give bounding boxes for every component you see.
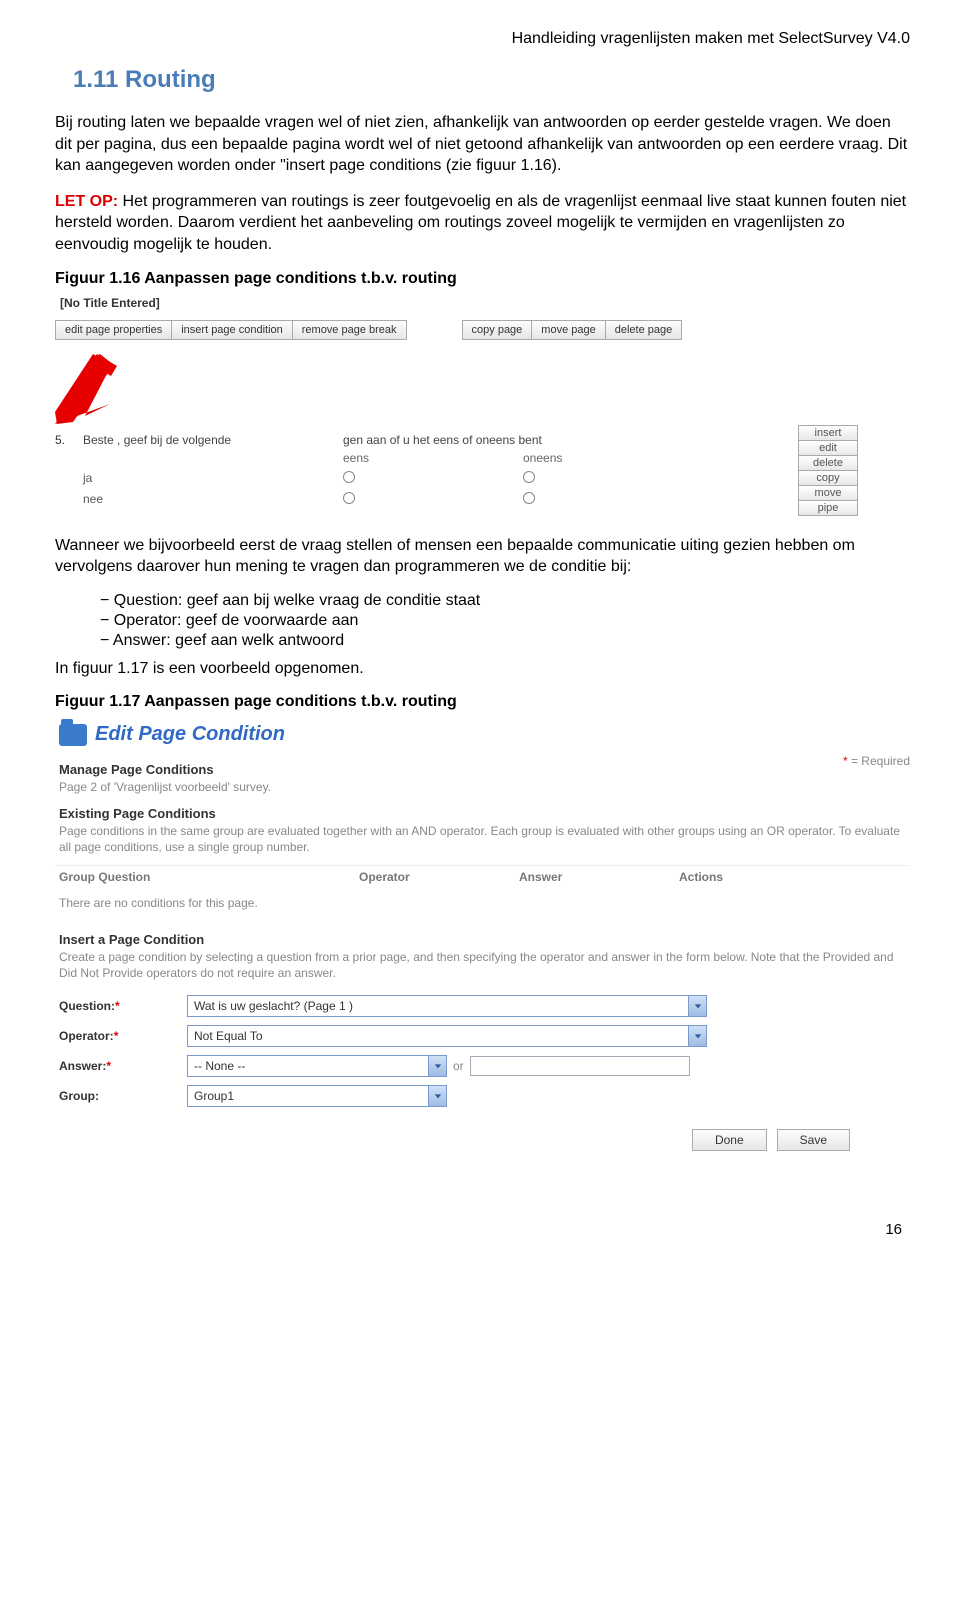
chevron-down-icon	[688, 1026, 706, 1046]
operator-field-label: Operator:*	[59, 1029, 179, 1043]
insert-condition-heading: Insert a Page Condition	[59, 932, 910, 947]
section-heading: 1.11 Routing	[73, 66, 910, 94]
group-field-label: Group:	[59, 1089, 179, 1103]
operator-select-value: Not Equal To	[194, 1029, 263, 1043]
existing-conditions-subtext: Page conditions in the same group are ev…	[59, 823, 910, 855]
doc-header-title: Handleiding vragenlijsten maken met Sele…	[55, 30, 910, 48]
chevron-down-icon	[688, 996, 706, 1016]
warning-text: Het programmeren van routings is zeer fo…	[55, 193, 906, 253]
col-answer: Answer	[519, 870, 679, 884]
bullet-operator: Operator: geef de voorwaarde aan	[100, 612, 910, 630]
answer-select[interactable]: -- None --	[187, 1055, 447, 1077]
answer-text-input[interactable]	[470, 1056, 690, 1076]
conditions-table-header: Group Question Operator Answer Actions	[55, 865, 910, 888]
intro-paragraph: Bij routing laten we bepaalde vragen wel…	[55, 112, 910, 177]
question-number: 5.	[55, 433, 83, 447]
existing-conditions-heading: Existing Page Conditions	[59, 806, 910, 821]
question-matrix: eens oneens ja nee	[83, 451, 910, 507]
radio-ja-oneens[interactable]	[523, 471, 535, 483]
insert-condition-subtext: Create a page condition by selecting a q…	[59, 949, 910, 981]
matrix-col-oneens: oneens	[523, 451, 743, 465]
answer-field-label: Answer:*	[59, 1059, 179, 1073]
matrix-col-eens: eens	[343, 451, 523, 465]
radio-nee-oneens[interactable]	[523, 492, 535, 504]
edit-page-properties-button[interactable]: edit page properties	[55, 320, 172, 340]
chevron-down-icon	[428, 1056, 446, 1076]
chevron-down-icon	[428, 1086, 446, 1106]
arrow-icon	[55, 354, 155, 424]
figure-116-screenshot: [No Title Entered] edit page properties …	[55, 296, 910, 507]
warning-paragraph: LET OP: Het programmeren van routings is…	[55, 191, 910, 256]
page-toolbar: edit page properties insert page conditi…	[55, 320, 910, 340]
delete-page-button[interactable]: delete page	[606, 320, 683, 340]
bullet-answer: Answer: geef aan welk antwoord	[100, 632, 910, 650]
move-question-button[interactable]: move	[798, 486, 858, 501]
group-select-value: Group1	[194, 1089, 234, 1103]
survey-no-title-label: [No Title Entered]	[60, 296, 910, 310]
operator-select[interactable]: Not Equal To	[187, 1025, 707, 1047]
question-field-label: Question:*	[59, 999, 179, 1013]
matrix-row-nee-label: nee	[83, 492, 343, 507]
or-separator: or	[453, 1059, 464, 1073]
condition-fields-list: Question: geef aan bij welke vraag de co…	[55, 592, 910, 650]
insert-page-condition-button[interactable]: insert page condition	[172, 320, 293, 340]
edit-page-condition-title: Edit Page Condition	[95, 723, 285, 746]
radio-ja-eens[interactable]	[343, 471, 355, 483]
manage-conditions-heading: Manage Page Conditions	[59, 762, 910, 777]
after-bullets-text: In figuur 1.17 is een voorbeeld opgenome…	[55, 658, 910, 680]
bullet-question: Question: geef aan bij welke vraag de co…	[100, 592, 910, 610]
required-legend: * = Required	[843, 754, 910, 768]
folder-icon	[59, 724, 87, 746]
manage-conditions-subtext: Page 2 of 'Vragenlijst voorbeeld' survey…	[59, 779, 910, 795]
answer-select-value: -- None --	[194, 1059, 245, 1073]
red-arrow-annotation	[55, 354, 910, 427]
copy-page-button[interactable]: copy page	[462, 320, 533, 340]
copy-question-button[interactable]: copy	[798, 471, 858, 486]
figure-117-screenshot: Edit Page Condition * = Required Manage …	[55, 719, 910, 1161]
figure-116-caption: Figuur 1.16 Aanpassen page conditions t.…	[55, 270, 910, 288]
col-operator: Operator	[359, 870, 519, 884]
col-group-question: Group Question	[59, 870, 359, 884]
matrix-row-ja-label: ja	[83, 471, 343, 486]
question-side-buttons: insert edit delete copy move pipe	[798, 425, 858, 516]
move-page-button[interactable]: move page	[532, 320, 605, 340]
col-actions: Actions	[679, 870, 906, 884]
radio-nee-eens[interactable]	[343, 492, 355, 504]
question-select[interactable]: Wat is uw geslacht? (Page 1 )	[187, 995, 707, 1017]
delete-question-button[interactable]: delete	[798, 456, 858, 471]
question-text-part-a: Beste , geef bij de volgende	[83, 433, 343, 447]
remove-page-break-button[interactable]: remove page break	[293, 320, 407, 340]
conditions-empty-message: There are no conditions for this page.	[55, 888, 910, 924]
done-button[interactable]: Done	[692, 1129, 767, 1151]
save-button[interactable]: Save	[777, 1129, 850, 1151]
warning-label: LET OP:	[55, 193, 118, 210]
group-select[interactable]: Group1	[187, 1085, 447, 1107]
insert-question-button[interactable]: insert	[798, 425, 858, 441]
question-text-part-b: gen aan of u het eens of oneens bent	[343, 433, 743, 447]
question-row: 5. Beste , geef bij de volgende gen aan …	[55, 433, 910, 447]
page-number: 16	[55, 1161, 910, 1248]
example-intro-paragraph: Wanneer we bijvoorbeeld eerst de vraag s…	[55, 535, 910, 578]
pipe-question-button[interactable]: pipe	[798, 501, 858, 516]
question-select-value: Wat is uw geslacht? (Page 1 )	[194, 999, 353, 1013]
edit-question-button[interactable]: edit	[798, 441, 858, 456]
figure-117-caption: Figuur 1.17 Aanpassen page conditions t.…	[55, 693, 910, 711]
